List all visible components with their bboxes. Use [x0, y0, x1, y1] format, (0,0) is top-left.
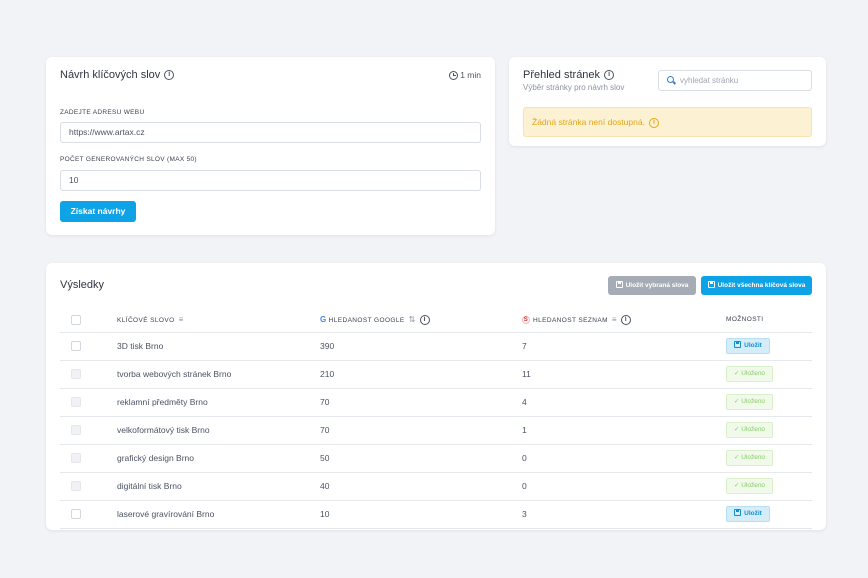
saved-badge: ✓ Uloženo [726, 366, 773, 382]
save-selected-button[interactable]: Uložit vybraná slova [608, 276, 696, 295]
row-checkbox [71, 481, 81, 492]
keyword-cell: laserové gravírování Brno [117, 500, 320, 529]
google-volume-cell: 10 [320, 500, 522, 529]
column-header-keyword[interactable]: KLÍČOVÉ SLOVO ≡ [117, 308, 320, 333]
table-row: laserové gravírování Brno 10 3 Uložit [60, 500, 812, 529]
save-keyword-button[interactable]: Uložit [726, 338, 770, 354]
google-volume-cell: 70 [320, 388, 522, 417]
info-icon[interactable]: i [620, 314, 631, 325]
search-icon [667, 76, 674, 83]
seznam-volume-cell: 7 [522, 332, 726, 361]
keyword-cell: grafický design Brno [117, 444, 320, 473]
count-input[interactable]: 10 [60, 170, 481, 191]
column-header-options: MOŽNOSTI [726, 308, 812, 333]
save-icon [707, 281, 715, 288]
google-volume-cell: 390 [320, 332, 522, 361]
results-title: Výsledky [60, 279, 105, 291]
table-row: velkoformátový tisk Brno 70 1 ✓ Uloženo [60, 416, 812, 445]
row-checkbox [71, 453, 81, 464]
seznam-volume-cell: 11 [522, 360, 726, 389]
row-checkbox [71, 425, 81, 436]
keyword-cell: digitální tisk Brno [117, 472, 320, 501]
row-checkbox[interactable] [71, 509, 81, 520]
page-search-input[interactable]: vyhledat stránku [658, 70, 812, 91]
seznam-logo-icon: S [522, 315, 530, 324]
column-header-seznam[interactable]: S HLEDANOST SEZNAM ≡ i [522, 308, 726, 333]
keyword-card-title: Návrh klíčových slov i [60, 69, 175, 81]
seznam-volume-cell: 3 [522, 500, 726, 529]
keyword-cell: velkoformátový tisk Brno [117, 416, 320, 445]
save-all-button[interactable]: Uložit všechna klíčová slova [701, 276, 812, 295]
table-row: digitální tisk Brno 40 0 ✓ Uloženo [60, 472, 812, 501]
table-row: 3D tisk Brno 390 7 Uložit [60, 332, 812, 361]
get-suggestions-button[interactable]: Získat návrhy [60, 201, 136, 222]
table-row: grafický design Brno 50 0 ✓ Uloženo [60, 444, 812, 473]
seznam-volume-cell: 1 [522, 416, 726, 445]
saved-badge: ✓ Uloženo [726, 478, 773, 494]
save-icon [734, 341, 742, 348]
info-icon[interactable]: i [164, 70, 175, 81]
google-volume-cell: 70 [320, 416, 522, 445]
column-header-google[interactable]: G HLEDANOST GOOGLE ⇅ i [320, 308, 522, 333]
info-icon[interactable]: i [419, 314, 430, 325]
url-input[interactable]: https://www.artax.cz [60, 122, 481, 143]
google-volume-cell: 40 [320, 472, 522, 501]
keyword-cell: reklamní předměty Brno [117, 388, 320, 417]
sort-icon[interactable]: ≡ [179, 315, 184, 324]
keyword-cell: 3D tisk Brno [117, 332, 320, 361]
sort-icon[interactable]: ⇅ [409, 315, 416, 324]
sort-icon[interactable]: ≡ [612, 315, 617, 324]
count-label: POČET GENEROVANÝCH SLOV (MAX 50) [60, 156, 197, 163]
seznam-volume-cell: 0 [522, 472, 726, 501]
results-table: KLÍČOVÉ SLOVO ≡ G HLEDANOST GOOGLE ⇅ i S HLED… [60, 308, 812, 529]
saved-badge: ✓ Uloženo [726, 450, 773, 466]
table-row: tvorba webových stránek Brno 210 11 ✓ Ulože… [60, 360, 812, 389]
google-volume-cell: 210 [320, 360, 522, 389]
seznam-volume-cell: 4 [522, 388, 726, 417]
info-icon[interactable]: i [604, 70, 615, 81]
time-estimate: 1 min [449, 70, 481, 80]
keyword-suggestion-card: Návrh klíčových slov i 1 min ZADEJTE ADRE… [46, 57, 495, 235]
url-label: ZADEJTE ADRESU WEBU [60, 109, 145, 116]
table-header-row: KLÍČOVÉ SLOVO ≡ G HLEDANOST GOOGLE ⇅ i S HLED… [60, 308, 812, 333]
info-icon: i [648, 117, 659, 128]
pages-overview-card: Přehled stránek i Výběr stránky pro návrh… [509, 57, 826, 146]
google-volume-cell: 50 [320, 444, 522, 473]
row-checkbox [71, 397, 81, 408]
saved-badge: ✓ Uloženo [726, 422, 773, 438]
save-icon [734, 509, 742, 516]
results-card: Výsledky Uložit vybraná slova Uložit vše… [46, 263, 826, 530]
save-keyword-button[interactable]: Uložit [726, 506, 770, 522]
pages-card-title: Přehled stránek i [523, 69, 615, 81]
seznam-volume-cell: 0 [522, 444, 726, 473]
save-icon [615, 281, 623, 288]
row-checkbox [71, 369, 81, 380]
saved-badge: ✓ Uloženo [726, 394, 773, 410]
table-row: reklamní předměty Brno 70 4 ✓ Uloženo [60, 388, 812, 417]
pages-card-subtitle: Výběr stránky pro návrh slov [523, 83, 625, 92]
clock-icon [449, 70, 459, 80]
google-logo-icon: G [320, 314, 327, 324]
no-pages-warning: Žádná stránka není dostupná. i [523, 107, 812, 137]
select-all-checkbox[interactable] [71, 314, 81, 325]
row-checkbox[interactable] [71, 341, 81, 352]
keyword-cell: tvorba webových stránek Brno [117, 360, 320, 389]
